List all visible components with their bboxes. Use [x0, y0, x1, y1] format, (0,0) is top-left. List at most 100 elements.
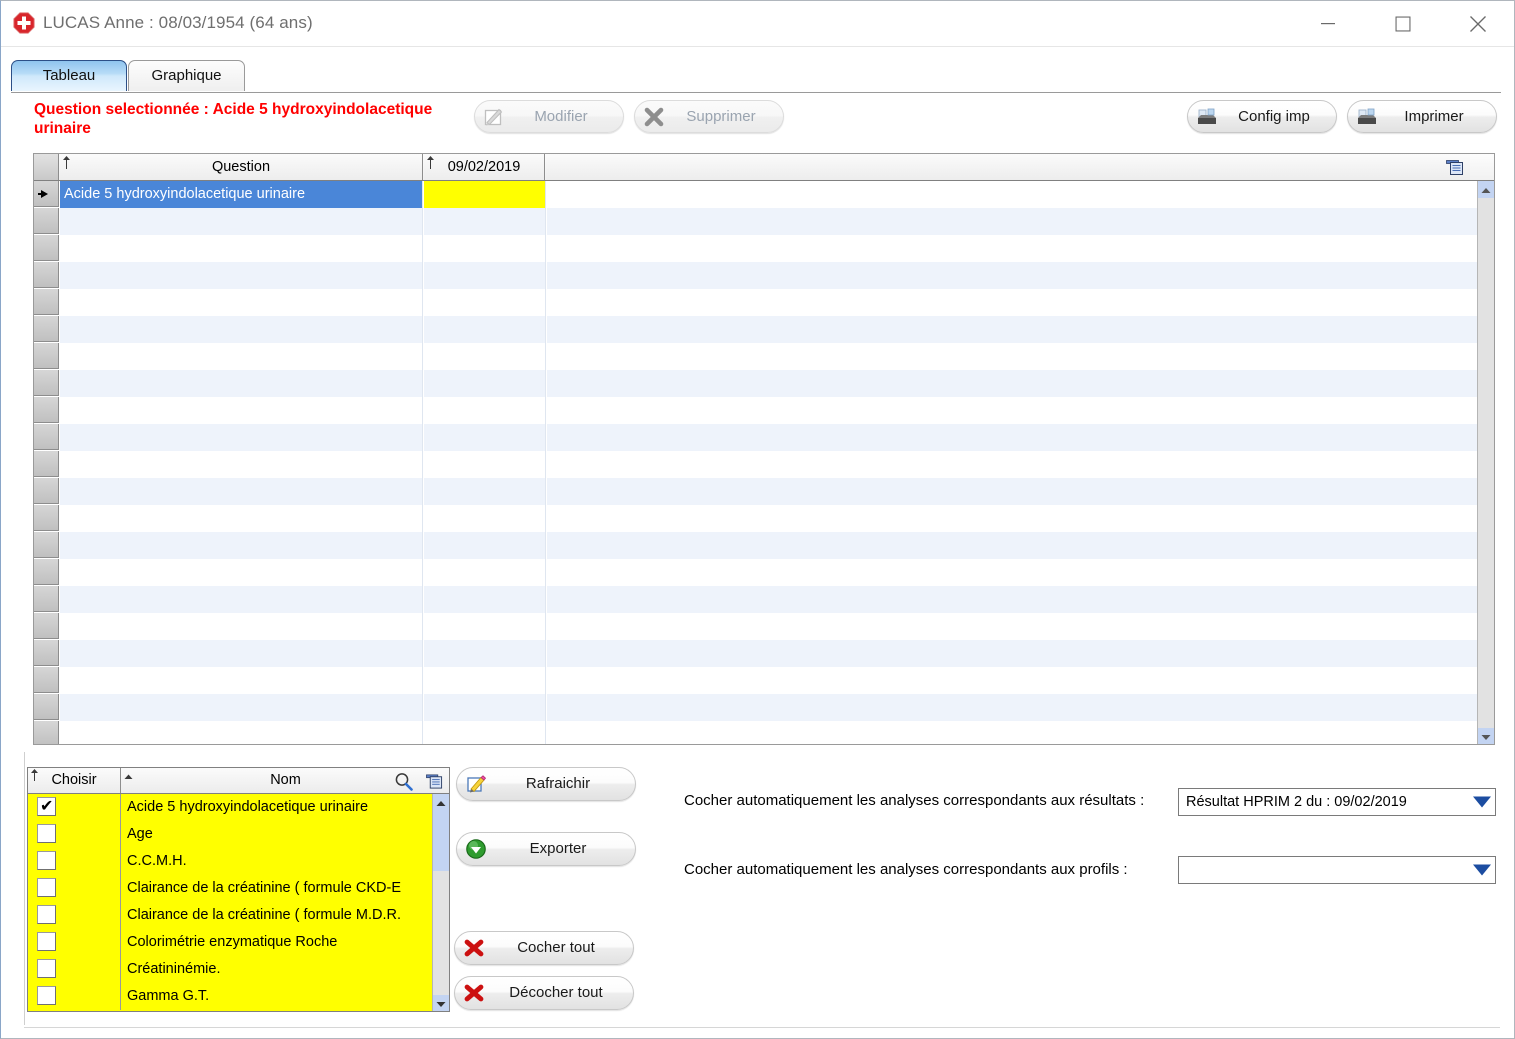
table-row[interactable]	[34, 640, 1477, 667]
choisir-checkbox[interactable]: ✔	[37, 797, 56, 816]
scroll-up-button[interactable]	[1478, 181, 1494, 198]
list-item[interactable]: Clairance de la créatinine ( formule CKD…	[28, 875, 433, 902]
cell-question[interactable]	[60, 208, 423, 235]
exporter-button[interactable]: Exporter	[456, 832, 636, 866]
cell-date-value[interactable]	[424, 532, 546, 559]
grid-vertical-scrollbar[interactable]	[1477, 181, 1494, 745]
row-selector[interactable]	[34, 370, 59, 396]
config-imp-button[interactable]: Config imp	[1187, 100, 1337, 133]
grid-column-question[interactable]: Question	[60, 154, 423, 180]
cell-date-value[interactable]	[424, 262, 546, 289]
cell-date-value[interactable]	[424, 694, 546, 721]
choisir-checkbox[interactable]	[37, 932, 56, 951]
list-item[interactable]: Colorimétrie enzymatique Roche	[28, 929, 433, 956]
row-selector[interactable]	[34, 235, 59, 261]
table-row[interactable]	[34, 397, 1477, 424]
tab-tableau[interactable]: Tableau	[11, 60, 127, 91]
table-row[interactable]	[34, 424, 1477, 451]
close-button[interactable]	[1443, 1, 1513, 46]
list-item[interactable]: ✔Acide 5 hydroxyindolacetique urinaire	[28, 794, 433, 821]
cell-date-value[interactable]	[424, 370, 546, 397]
cell-question[interactable]	[60, 451, 423, 478]
row-selector[interactable]	[34, 613, 59, 639]
decocher-tout-button[interactable]: Décocher tout	[454, 976, 634, 1010]
cell-question[interactable]	[60, 235, 423, 262]
cell-question[interactable]	[60, 559, 423, 586]
cell-question[interactable]	[60, 613, 423, 640]
cell-question[interactable]	[60, 262, 423, 289]
choisir-checkbox[interactable]	[37, 851, 56, 870]
cell-question[interactable]	[60, 640, 423, 667]
list-item[interactable]: Gamma G.T.	[28, 983, 433, 1010]
cell-question[interactable]	[60, 343, 423, 370]
cell-date-value[interactable]	[424, 289, 546, 316]
cell-date-value[interactable]	[424, 721, 546, 745]
cell-question[interactable]	[60, 424, 423, 451]
checkbox-cell[interactable]	[28, 875, 121, 902]
list-item[interactable]: Age	[28, 821, 433, 848]
checkbox-cell[interactable]	[28, 929, 121, 956]
table-row[interactable]	[34, 451, 1477, 478]
checkbox-cell[interactable]	[28, 983, 121, 1010]
choisir-checkbox[interactable]	[37, 878, 56, 897]
cell-question[interactable]	[60, 667, 423, 694]
row-selector[interactable]	[34, 208, 59, 234]
cell-date-value[interactable]	[424, 316, 546, 343]
cell-date-value[interactable]	[424, 208, 546, 235]
checklist-vertical-scrollbar[interactable]	[432, 794, 449, 1012]
checkbox-cell[interactable]	[28, 956, 121, 983]
cell-question[interactable]	[60, 316, 423, 343]
table-row[interactable]	[34, 532, 1477, 559]
row-selector[interactable]	[34, 721, 59, 745]
checkbox-cell[interactable]: ✔	[28, 794, 121, 821]
table-row[interactable]	[34, 262, 1477, 289]
cell-date-value[interactable]	[424, 667, 546, 694]
supprimer-button[interactable]: Supprimer	[634, 100, 784, 133]
checkbox-cell[interactable]	[28, 848, 121, 875]
cell-date-value[interactable]	[424, 586, 546, 613]
minimize-button[interactable]	[1293, 1, 1363, 46]
cell-date-value[interactable]	[424, 640, 546, 667]
cell-question[interactable]	[60, 505, 423, 532]
row-selector[interactable]	[34, 559, 59, 585]
grid-columns-icon[interactable]	[426, 772, 443, 790]
table-row[interactable]	[34, 208, 1477, 235]
cell-question[interactable]	[60, 721, 423, 745]
grid-columns-icon[interactable]	[1446, 158, 1464, 176]
checkbox-cell[interactable]	[28, 821, 121, 848]
grid-column-date[interactable]: 09/02/2019	[424, 154, 545, 180]
cell-question[interactable]	[60, 532, 423, 559]
magnifier-icon[interactable]	[394, 772, 413, 791]
cell-question[interactable]	[60, 370, 423, 397]
cell-date-value[interactable]	[424, 613, 546, 640]
table-row[interactable]	[34, 343, 1477, 370]
row-selector[interactable]	[34, 424, 59, 450]
grid-corner-cell[interactable]	[34, 154, 59, 180]
row-selector[interactable]	[34, 478, 59, 504]
cell-date-value[interactable]	[424, 451, 546, 478]
choisir-checkbox[interactable]	[37, 905, 56, 924]
autocheck-results-select[interactable]: Résultat HPRIM 2 du : 09/02/2019	[1178, 788, 1496, 816]
checklist-scroll-up-button[interactable]	[433, 794, 449, 811]
row-selector[interactable]	[34, 667, 59, 693]
cell-date-value[interactable]	[424, 478, 546, 505]
cell-date-value[interactable]	[424, 505, 546, 532]
cell-date-value[interactable]	[424, 397, 546, 424]
table-row[interactable]	[34, 289, 1477, 316]
row-selector[interactable]	[34, 505, 59, 531]
table-row[interactable]	[34, 721, 1477, 745]
checklist-scroll-thumb[interactable]	[433, 811, 449, 871]
cell-question[interactable]: Acide 5 hydroxyindolacetique urinaire	[60, 181, 423, 208]
table-row[interactable]	[34, 694, 1477, 721]
row-selector[interactable]	[34, 586, 59, 612]
cell-question[interactable]	[60, 478, 423, 505]
row-selector[interactable]	[34, 532, 59, 558]
table-row[interactable]	[34, 613, 1477, 640]
cell-question[interactable]	[60, 586, 423, 613]
cell-date-value[interactable]	[424, 343, 546, 370]
table-row[interactable]	[34, 316, 1477, 343]
row-selector[interactable]	[34, 262, 59, 288]
row-selector[interactable]	[34, 694, 59, 720]
choisir-checkbox[interactable]	[37, 986, 56, 1005]
checkbox-cell[interactable]	[28, 902, 121, 929]
